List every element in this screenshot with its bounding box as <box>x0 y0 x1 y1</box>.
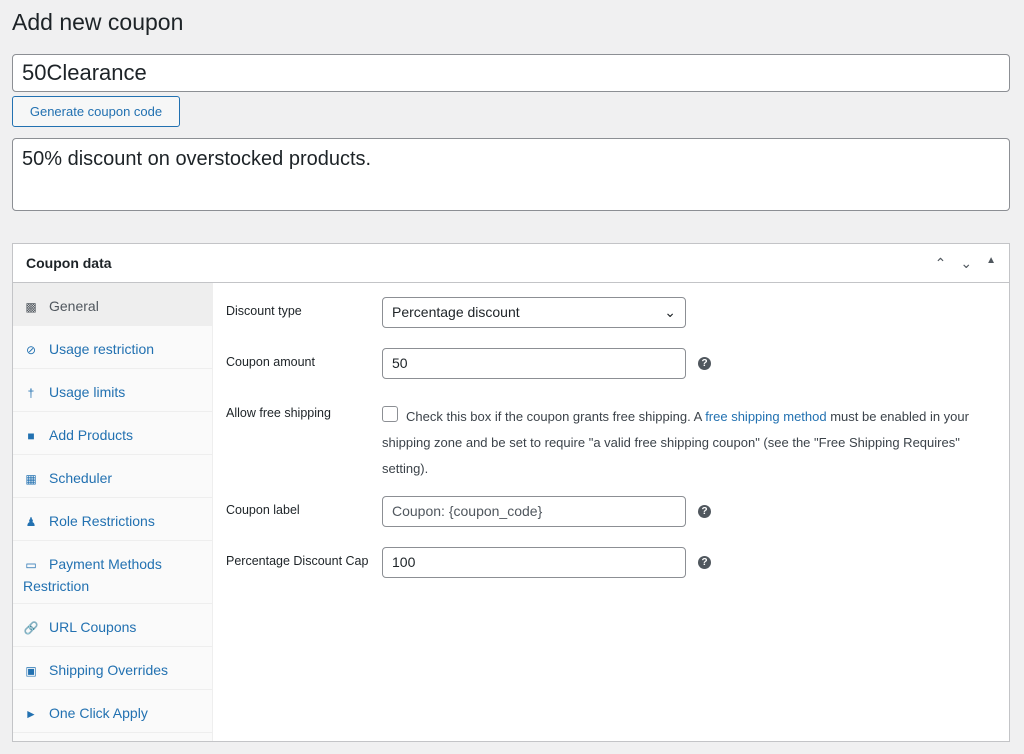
free-shipping-method-link[interactable]: free shipping method <box>705 409 826 424</box>
limits-icon: † <box>27 386 35 400</box>
tab-role-restrictions[interactable]: ♟ Role Restrictions <box>13 498 212 541</box>
coupon-description-textarea[interactable]: 50% discount on overstocked products. <box>12 138 1010 211</box>
collapse-toggle-icon[interactable]: ▲ <box>986 255 996 272</box>
coupon-data-panel: Coupon data ⌃ ⌄ ▲ ▩ General ⊘ Usage restri… <box>12 243 1010 742</box>
free-shipping-description: Check this box if the coupon grants free… <box>382 409 969 476</box>
page-title: Add new coupon <box>12 9 184 35</box>
help-icon[interactable]: ? <box>698 357 711 370</box>
megaphone-icon: ► <box>25 707 37 721</box>
card-icon: ▭ <box>25 558 37 572</box>
percentage-discount-cap-input[interactable]: 100 <box>382 547 686 578</box>
move-up-icon[interactable]: ⌃ <box>935 255 947 272</box>
tab-shipping-overrides[interactable]: ▣ Shipping Overrides <box>13 647 212 690</box>
chevron-down-icon: ⌄ <box>664 304 676 320</box>
generate-coupon-code-button[interactable]: Generate coupon code <box>12 96 180 127</box>
free-shipping-label: Allow free shipping <box>226 406 331 420</box>
tab-add-products[interactable]: ■ Add Products <box>13 412 212 455</box>
coupon-label-input[interactable]: Coupon: {coupon_code} <box>382 496 686 527</box>
bag-icon: ■ <box>27 429 35 443</box>
discount-type-label: Discount type <box>226 304 302 318</box>
coupon-amount-label: Coupon amount <box>226 355 315 369</box>
user-icon: ♟ <box>25 515 37 529</box>
tab-payment-methods-restriction[interactable]: ▭ Payment Methods Restriction <box>13 541 212 604</box>
calendar-icon: ▦ <box>25 472 37 486</box>
coupon-code-input[interactable]: 50Clearance <box>12 54 1010 92</box>
block-icon: ⊘ <box>25 343 37 357</box>
tab-usage-restriction[interactable]: ⊘ Usage restriction <box>13 326 212 369</box>
tab-url-coupons[interactable]: 🔗 URL Coupons <box>13 604 212 647</box>
truck-icon: ▣ <box>25 664 37 678</box>
coupon-label-label: Coupon label <box>226 503 300 517</box>
ticket-icon: ▩ <box>25 300 37 314</box>
link-icon: 🔗 <box>23 621 39 635</box>
tab-usage-limits[interactable]: † Usage limits <box>13 369 212 412</box>
move-down-icon[interactable]: ⌄ <box>960 255 972 272</box>
coupon-amount-input[interactable]: 50 <box>382 348 686 379</box>
tab-general[interactable]: ▩ General <box>13 283 212 326</box>
tab-one-click-apply[interactable]: ► One Click Apply <box>13 690 212 733</box>
coupon-tabs: ▩ General ⊘ Usage restriction † Usage limit… <box>13 283 213 741</box>
help-icon[interactable]: ? <box>698 556 711 569</box>
panel-title: Coupon data <box>26 255 112 271</box>
discount-type-select[interactable]: Percentage discount ⌄ <box>382 297 686 328</box>
help-icon[interactable]: ? <box>698 505 711 518</box>
percentage-discount-cap-label: Percentage Discount Cap <box>226 554 369 568</box>
tab-scheduler[interactable]: ▦ Scheduler <box>13 455 212 498</box>
